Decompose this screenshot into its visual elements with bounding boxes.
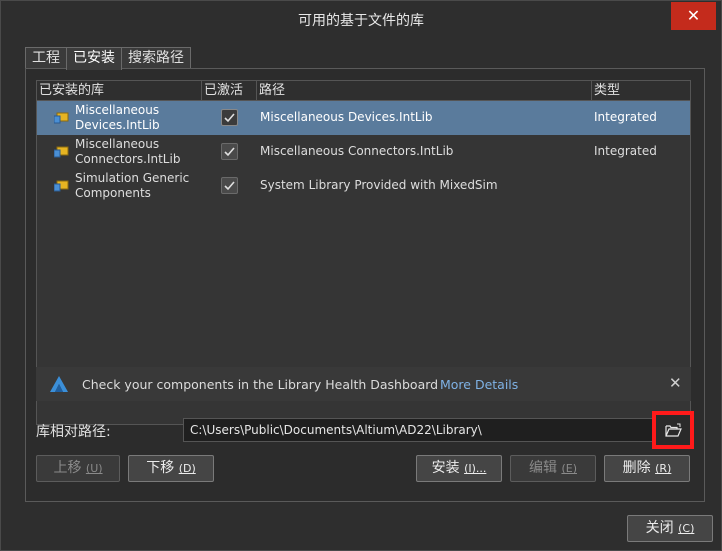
altium-logo-icon [50,376,68,392]
tab-search-path[interactable]: 搜索路径 [121,47,191,69]
library-health-banner: Check your components in the Library Hea… [36,367,691,401]
edit-button[interactable]: 编辑 (E) [510,455,596,482]
library-name: Simulation Generic Components [75,171,200,201]
banner-close-button[interactable]: ✕ [669,374,682,392]
library-path: Miscellaneous Devices.IntLib [260,110,433,124]
folder-open-icon [665,423,682,437]
active-checkbox[interactable] [221,143,238,160]
remove-shortcut: (R) [655,462,672,475]
close-shortcut: (C) [678,522,695,535]
library-path-value: C:\Users\Public\Documents\Altium\AD22\Li… [190,423,482,437]
integrated-library-icon [54,112,69,124]
column-header-type[interactable]: 类型 [592,81,690,101]
move-down-label: 下移 [146,460,175,476]
library-path: System Library Provided with MixedSim [260,178,498,192]
active-checkbox[interactable] [221,109,238,126]
move-up-shortcut: (U) [85,462,103,475]
library-name-line1: Miscellaneous [75,103,160,117]
library-name-line1: Miscellaneous [75,137,160,151]
integrated-library-icon [54,146,69,158]
dialog-title: 可用的基于文件的库 [298,13,424,29]
active-checkbox[interactable] [221,177,238,194]
remove-button[interactable]: 删除 (R) [604,455,690,482]
library-name-line2: Connectors.IntLib [75,152,181,166]
library-name-line2: Devices.IntLib [75,118,160,132]
table-row[interactable]: Simulation Generic Components System Lib… [37,169,690,203]
library-name-line1: Simulation Generic [75,171,190,185]
install-shortcut: (I)... [464,462,487,475]
library-name-line2: Components [75,186,151,200]
column-header-path[interactable]: 路径 [257,81,592,101]
library-name: Miscellaneous Devices.IntLib [75,103,200,133]
grid-header: 已安装的库 已激活 路径 类型 [37,81,690,101]
library-path-field[interactable]: C:\Users\Public\Documents\Altium\AD22\Li… [183,418,667,442]
checkmark-icon [224,181,235,191]
table-row[interactable]: Miscellaneous Connectors.IntLib Miscella… [37,135,690,169]
library-path-label: 库相对路径: [36,424,111,440]
library-name: Miscellaneous Connectors.IntLib [75,137,200,167]
title-bar: 可用的基于文件的库 ✕ [1,1,721,35]
checkmark-icon [224,147,235,157]
edit-label: 编辑 [529,460,557,476]
remove-label: 删除 [622,460,651,476]
integrated-library-icon [54,180,69,192]
library-path: Miscellaneous Connectors.IntLib [260,144,454,158]
library-type: Integrated [594,144,657,158]
banner-message: Check your components in the Library Hea… [82,377,439,392]
tab-installed[interactable]: 已安装 [66,47,122,70]
move-up-button[interactable]: 上移 (U) [36,455,120,482]
move-up-label: 上移 [53,460,82,476]
install-label: 安装 [431,460,460,476]
install-button[interactable]: 安装 (I)... [416,455,502,482]
table-row[interactable]: Miscellaneous Devices.IntLib Miscellaneo… [37,101,690,135]
close-label: 关闭 [645,520,674,536]
window-close-button[interactable]: ✕ [671,2,716,30]
tab-project[interactable]: 工程 [25,47,67,69]
library-type: Integrated [594,110,657,124]
checkmark-icon [224,113,235,123]
edit-shortcut: (E) [561,462,577,475]
column-header-library[interactable]: 已安装的库 [37,81,202,101]
dialog-window: 可用的基于文件的库 ✕ 工程 已安装 搜索路径 已安装的库 已激活 路径 类型 … [0,0,722,551]
installed-panel: 已安装的库 已激活 路径 类型 Miscellaneous Devices.In… [25,68,705,502]
more-details-link[interactable]: More Details [440,377,518,392]
browse-folder-button[interactable] [652,411,694,449]
move-down-shortcut: (D) [178,462,196,475]
column-header-active[interactable]: 已激活 [202,81,257,101]
close-button[interactable]: 关闭 (C) [627,515,713,542]
tab-bar: 工程 已安装 搜索路径 [25,47,191,70]
move-down-button[interactable]: 下移 (D) [128,455,214,482]
